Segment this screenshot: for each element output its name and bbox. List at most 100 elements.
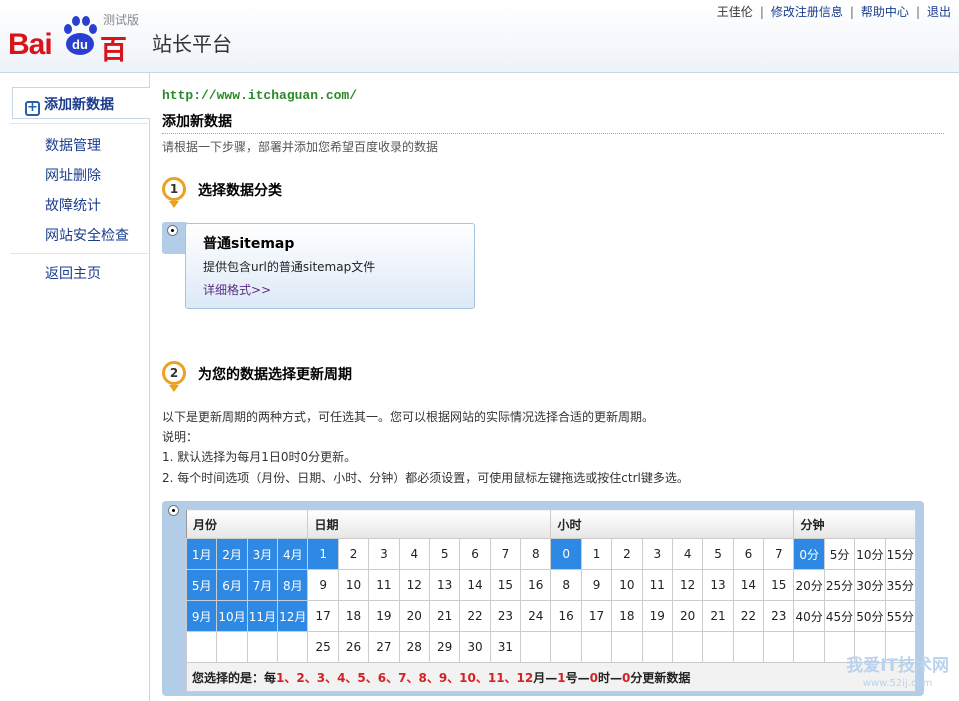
day-cell[interactable]: 20 bbox=[398, 600, 430, 632]
minute-cell[interactable]: 15分 bbox=[884, 538, 917, 570]
minute-cell[interactable]: 50分 bbox=[854, 600, 886, 632]
sidebar-item-add-data[interactable]: + 添加新数据 bbox=[12, 87, 150, 119]
day-cell[interactable]: 1 bbox=[307, 538, 339, 570]
day-cell[interactable]: 14 bbox=[459, 569, 491, 601]
day-cell[interactable]: 19 bbox=[368, 600, 400, 632]
hour-cell[interactable]: 10 bbox=[611, 569, 643, 601]
day-cell[interactable]: 22 bbox=[459, 600, 491, 632]
day-cell[interactable]: 11 bbox=[368, 569, 400, 601]
sidebar-item-error-stats[interactable]: 故障统计 bbox=[45, 195, 101, 215]
month-cell[interactable]: 10月 bbox=[216, 600, 248, 632]
hour-cell[interactable]: 21 bbox=[702, 600, 734, 632]
hour-cell[interactable]: 1 bbox=[580, 538, 613, 570]
hour-cell[interactable] bbox=[611, 631, 643, 663]
day-cell[interactable]: 24 bbox=[520, 600, 552, 632]
minute-cell[interactable]: 40分 bbox=[793, 600, 825, 632]
hour-cell[interactable]: 0 bbox=[550, 538, 582, 570]
hour-cell[interactable]: 23 bbox=[763, 600, 795, 632]
day-cell[interactable]: 7 bbox=[489, 538, 522, 570]
day-cell[interactable]: 3 bbox=[368, 538, 400, 570]
baidu-logo[interactable]: Bai du 百度 测试版 bbox=[8, 10, 148, 105]
month-cell[interactable] bbox=[185, 631, 218, 663]
day-cell[interactable]: 18 bbox=[337, 600, 370, 632]
day-cell[interactable]: 12 bbox=[398, 569, 430, 601]
month-cell[interactable]: 7月 bbox=[246, 569, 279, 601]
day-cell[interactable]: 21 bbox=[428, 600, 461, 632]
hour-cell[interactable]: 3 bbox=[641, 538, 673, 570]
sitemap-radio[interactable] bbox=[167, 225, 178, 236]
hour-cell[interactable] bbox=[580, 631, 613, 663]
day-cell[interactable]: 10 bbox=[337, 569, 370, 601]
format-details-link[interactable]: 详细格式>> bbox=[203, 281, 271, 298]
hour-cell[interactable]: 19 bbox=[641, 600, 673, 632]
minute-cell[interactable]: 10分 bbox=[854, 538, 886, 570]
edit-profile-link[interactable]: 修改注册信息 bbox=[771, 5, 843, 19]
day-cell[interactable]: 29 bbox=[428, 631, 461, 663]
hour-cell[interactable] bbox=[671, 631, 704, 663]
day-cell[interactable]: 25 bbox=[307, 631, 339, 663]
month-cell[interactable] bbox=[277, 631, 309, 663]
month-cell[interactable]: 1月 bbox=[185, 538, 218, 570]
month-cell[interactable]: 11月 bbox=[246, 600, 279, 632]
day-cell[interactable]: 6 bbox=[459, 538, 491, 570]
minute-cell[interactable] bbox=[793, 631, 825, 663]
day-cell[interactable]: 15 bbox=[489, 569, 522, 601]
minute-cell[interactable]: 45分 bbox=[823, 600, 856, 632]
day-cell[interactable]: 13 bbox=[428, 569, 461, 601]
month-cell[interactable] bbox=[216, 631, 248, 663]
day-cell[interactable]: 26 bbox=[337, 631, 370, 663]
hour-cell[interactable]: 6 bbox=[732, 538, 765, 570]
minute-cell[interactable]: 55分 bbox=[884, 600, 917, 632]
month-cell[interactable] bbox=[246, 631, 279, 663]
day-cell[interactable]: 27 bbox=[368, 631, 400, 663]
hour-cell[interactable]: 5 bbox=[702, 538, 734, 570]
hour-cell[interactable]: 20 bbox=[671, 600, 704, 632]
minute-cell[interactable]: 30分 bbox=[854, 569, 886, 601]
period-radio[interactable] bbox=[168, 505, 179, 516]
month-cell[interactable]: 6月 bbox=[216, 569, 248, 601]
hour-cell[interactable] bbox=[641, 631, 673, 663]
minute-cell[interactable]: 5分 bbox=[823, 538, 856, 570]
hour-cell[interactable]: 12 bbox=[671, 569, 704, 601]
hour-cell[interactable]: 18 bbox=[611, 600, 643, 632]
hour-cell[interactable]: 13 bbox=[702, 569, 734, 601]
minute-cell[interactable]: 25分 bbox=[823, 569, 856, 601]
hour-cell[interactable] bbox=[550, 631, 582, 663]
hour-cell[interactable] bbox=[732, 631, 765, 663]
hour-cell[interactable] bbox=[763, 631, 795, 663]
day-cell[interactable]: 30 bbox=[459, 631, 491, 663]
sidebar-item-data-management[interactable]: 数据管理 bbox=[45, 135, 101, 155]
hour-cell[interactable]: 17 bbox=[580, 600, 613, 632]
sitemap-option-card[interactable]: 普通sitemap 提供包含url的普通sitemap文件 详细格式>> bbox=[185, 223, 475, 309]
month-cell[interactable]: 8月 bbox=[277, 569, 309, 601]
hour-cell[interactable] bbox=[702, 631, 734, 663]
hour-cell[interactable]: 11 bbox=[641, 569, 673, 601]
sidebar-item-home[interactable]: 返回主页 bbox=[45, 263, 101, 283]
hour-cell[interactable]: 8 bbox=[550, 569, 582, 601]
month-cell[interactable]: 12月 bbox=[277, 600, 309, 632]
minute-cell[interactable]: 0分 bbox=[793, 538, 825, 570]
day-cell[interactable]: 8 bbox=[520, 538, 552, 570]
hour-cell[interactable]: 22 bbox=[732, 600, 765, 632]
day-cell[interactable]: 23 bbox=[489, 600, 522, 632]
month-cell[interactable]: 3月 bbox=[246, 538, 279, 570]
month-cell[interactable]: 4月 bbox=[277, 538, 309, 570]
minute-cell[interactable]: 20分 bbox=[793, 569, 825, 601]
sidebar-item-url-delete[interactable]: 网址删除 bbox=[45, 165, 101, 185]
day-cell[interactable]: 2 bbox=[337, 538, 370, 570]
day-cell[interactable]: 16 bbox=[520, 569, 552, 601]
hour-cell[interactable]: 15 bbox=[763, 569, 795, 601]
hour-cell[interactable]: 2 bbox=[611, 538, 643, 570]
hour-cell[interactable]: 9 bbox=[580, 569, 613, 601]
hour-cell[interactable]: 7 bbox=[763, 538, 795, 570]
day-cell[interactable]: 28 bbox=[398, 631, 430, 663]
day-cell[interactable]: 31 bbox=[489, 631, 522, 663]
day-cell[interactable]: 4 bbox=[398, 538, 430, 570]
hour-cell[interactable]: 16 bbox=[550, 600, 582, 632]
day-cell[interactable]: 9 bbox=[307, 569, 339, 601]
hour-cell[interactable]: 14 bbox=[732, 569, 765, 601]
month-cell[interactable]: 9月 bbox=[185, 600, 218, 632]
minute-cell[interactable]: 35分 bbox=[884, 569, 917, 601]
logout-link[interactable]: 退出 bbox=[927, 5, 951, 19]
sidebar-item-security-check[interactable]: 网站安全检查 bbox=[45, 225, 129, 245]
